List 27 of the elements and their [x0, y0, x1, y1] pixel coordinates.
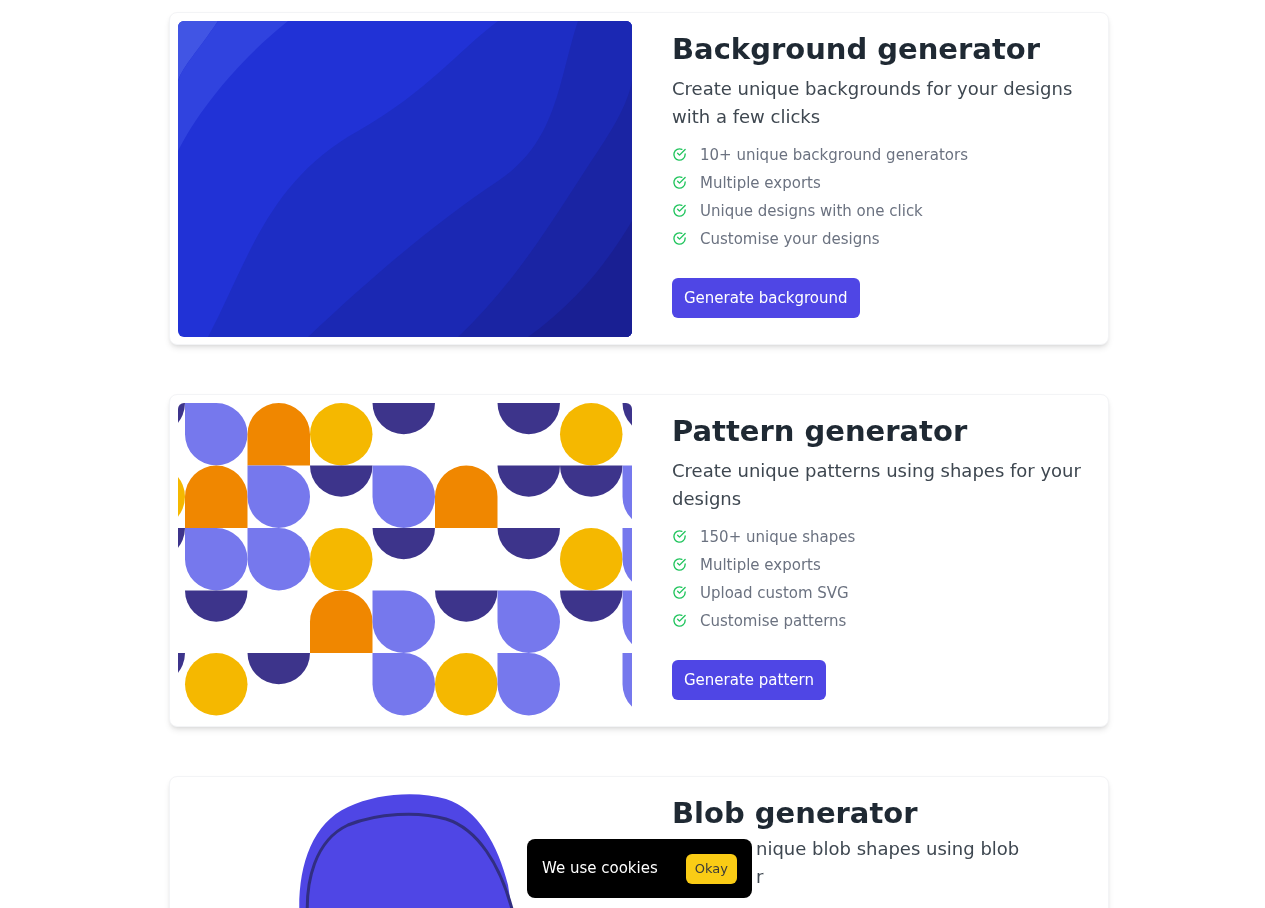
card-title: Pattern generator: [672, 413, 969, 450]
feature-text: 150+ unique shapes: [700, 527, 856, 548]
feature-text: Multiple exports: [700, 173, 821, 194]
check-circle-icon: [672, 175, 687, 190]
feature-text: Customise patterns: [700, 611, 847, 632]
feature-text: Customise your designs: [700, 229, 880, 250]
generate-button[interactable]: Generate pattern: [672, 660, 826, 700]
feature-text: Multiple exports: [700, 555, 821, 576]
feature-text: Upload custom SVG: [700, 583, 849, 604]
card-subtitle: Create unique backgrounds for your designs with a few clicks: [672, 77, 1074, 129]
card-title: Blob generator: [672, 795, 919, 832]
card-title: Background generator: [672, 31, 1041, 68]
card-subtitle: Create unique patterns using shapes for your designs: [672, 459, 1082, 511]
check-circle-icon: [672, 585, 687, 600]
feature-text: 10+ unique background generators: [700, 145, 968, 166]
check-circle-icon: [672, 231, 687, 246]
cookie-message: We use cookies: [542, 858, 658, 880]
check-circle-icon: [672, 529, 687, 544]
card-subtitle-fragment: r: [756, 865, 765, 889]
check-circle-icon: [672, 557, 687, 572]
check-circle-icon: [672, 613, 687, 628]
check-circle-icon: [672, 203, 687, 218]
check-circle-icon: [672, 147, 687, 162]
generate-button[interactable]: Generate background: [672, 278, 860, 318]
card-subtitle-fragment: nique blob shapes using blob: [756, 837, 1020, 861]
feature-text: Unique designs with one click: [700, 201, 923, 222]
okay-button[interactable]: Okay: [685, 853, 737, 884]
